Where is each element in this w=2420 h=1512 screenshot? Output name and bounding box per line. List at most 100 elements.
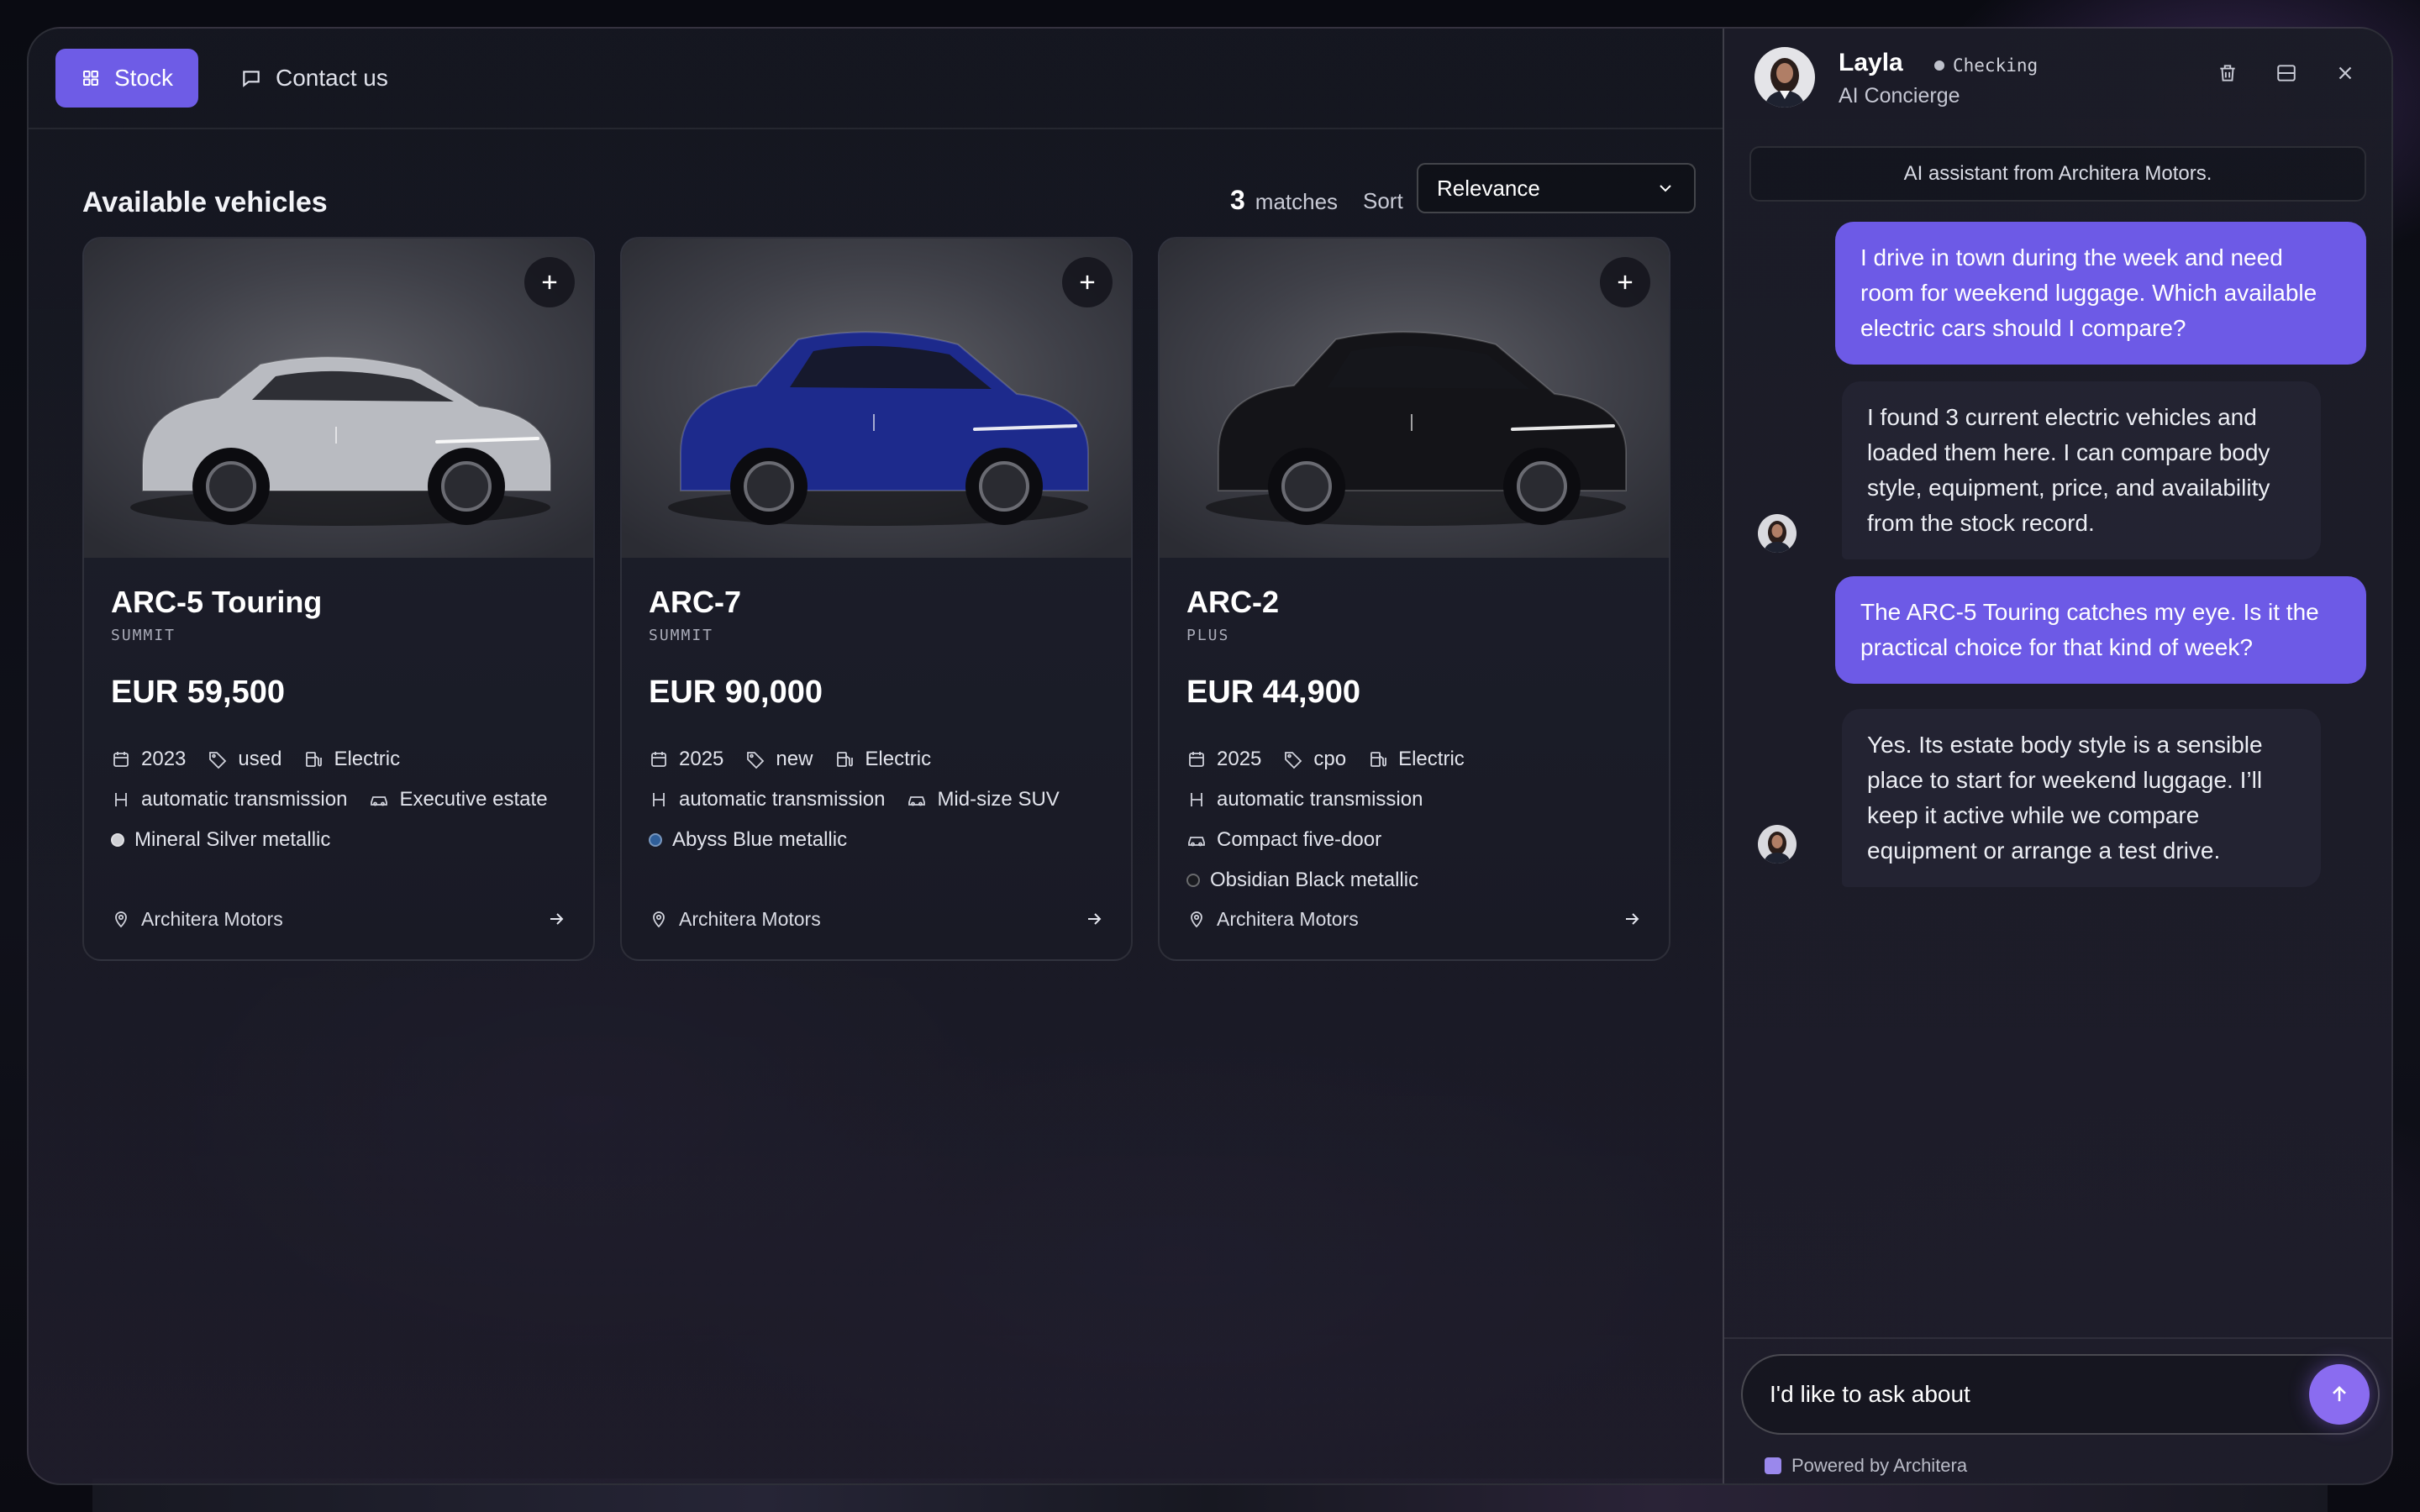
agent-role: AI Concierge bbox=[1839, 84, 1960, 108]
vehicle-image bbox=[1206, 331, 1627, 526]
vehicle-specs: 2025 new Electric automatic transmission… bbox=[649, 739, 1104, 860]
spec-condition: new bbox=[745, 748, 813, 771]
assistant-message: I found 3 current electric vehicles and … bbox=[1842, 381, 2321, 559]
spec-transmission: automatic transmission bbox=[1186, 788, 1423, 811]
vehicle-footer: Architera Motors bbox=[649, 904, 1104, 934]
tab-contact[interactable]: Contact us bbox=[215, 49, 417, 108]
dealer-location: Architera Motors bbox=[111, 908, 283, 931]
vehicle-footer: Architera Motors bbox=[111, 904, 566, 934]
vehicle-photo bbox=[1160, 239, 1669, 558]
ai-disclaimer: AI assistant from Architera Motors. bbox=[1749, 146, 2366, 202]
grid-icon bbox=[82, 71, 98, 86]
app-window: Stock Contact us Available vehicles 3 ma… bbox=[27, 27, 2393, 1485]
arrow-right-icon[interactable] bbox=[1622, 909, 1642, 929]
add-to-compare-button[interactable] bbox=[1062, 257, 1113, 307]
spec-year: 2025 bbox=[649, 748, 723, 771]
spec-fuel-value: Electric bbox=[865, 748, 932, 770]
user-message: I drive in town during the week and need… bbox=[1835, 222, 2366, 365]
spec-body: Compact five-door bbox=[1186, 828, 1381, 852]
spec-row-drivetrain: automatic transmission Mid-size SUV bbox=[649, 780, 1104, 820]
page-title: Available vehicles bbox=[82, 186, 328, 218]
user-message: The ARC-5 Touring catches my eye. Is it … bbox=[1835, 576, 2366, 684]
spec-transmission-value: automatic transmission bbox=[1217, 788, 1423, 811]
spec-color-value: Mineral Silver metallic bbox=[134, 828, 331, 851]
message-input-box bbox=[1741, 1354, 2380, 1435]
tag-icon bbox=[1285, 752, 1302, 769]
trash-icon[interactable] bbox=[2217, 62, 2238, 84]
vehicle-image bbox=[130, 356, 551, 526]
chevron-down-icon bbox=[1660, 185, 1671, 192]
spec-condition: used bbox=[208, 748, 281, 771]
gearbox-icon bbox=[653, 793, 665, 806]
powered-by: Powered by Architera bbox=[1765, 1455, 1967, 1477]
arrow-right-icon[interactable] bbox=[546, 909, 566, 929]
vehicle-name: ARC-5 Touring bbox=[111, 585, 323, 619]
status-dot-icon bbox=[1934, 60, 1944, 71]
location-pin-icon bbox=[653, 911, 665, 928]
plus-icon bbox=[1618, 275, 1633, 290]
brand-badge-icon bbox=[1765, 1457, 1781, 1474]
vehicle-photo bbox=[84, 239, 593, 558]
spec-row-body: Compact five-door bbox=[1186, 820, 1642, 860]
sort-select-value: Relevance bbox=[1437, 175, 1540, 201]
arrow-right-icon[interactable] bbox=[1084, 909, 1104, 929]
assistant-avatar bbox=[1758, 514, 1797, 553]
tab-stock[interactable]: Stock bbox=[55, 49, 198, 108]
chat-header: Layla Checking AI Concierge bbox=[1724, 29, 2391, 129]
sort-label: Sort bbox=[1363, 188, 1403, 213]
chat-panel: Layla Checking AI Concierge AI assistant… bbox=[1723, 29, 2391, 1483]
vehicle-footer: Architera Motors bbox=[1186, 904, 1642, 934]
vehicle-price: EUR 59,500 bbox=[111, 675, 286, 710]
location-pin-icon bbox=[115, 911, 127, 928]
spec-condition-value: new bbox=[776, 748, 813, 770]
vehicle-price: EUR 90,000 bbox=[649, 675, 823, 710]
agent-name: Layla bbox=[1839, 49, 1903, 76]
agent-status: Checking bbox=[1934, 55, 2038, 76]
send-button[interactable] bbox=[2309, 1364, 2370, 1425]
calendar-icon bbox=[1189, 752, 1204, 767]
gearbox-icon bbox=[1191, 793, 1202, 806]
vehicle-price: EUR 44,900 bbox=[1186, 675, 1361, 710]
fuel-pump-icon bbox=[1370, 752, 1386, 767]
vehicle-name: ARC-2 bbox=[1186, 585, 1280, 619]
spec-fuel: Electric bbox=[303, 748, 400, 771]
dealer-location: Architera Motors bbox=[649, 908, 821, 931]
spec-year: 2023 bbox=[111, 748, 186, 771]
spec-transmission: automatic transmission bbox=[111, 788, 347, 811]
powered-by-text: Powered by Architera bbox=[1791, 1455, 1968, 1476]
agent-avatar bbox=[1754, 47, 1815, 108]
tab-stock-label: Stock bbox=[113, 65, 173, 91]
chat-header-actions bbox=[2217, 62, 2356, 84]
spec-row-color: Mineral Silver metallic bbox=[111, 820, 566, 860]
vehicle-card[interactable]: ARC-5 Touring SUMMIT EUR 59,500 2023 use… bbox=[82, 237, 595, 961]
message-input[interactable] bbox=[1770, 1373, 2257, 1416]
sort-select[interactable]: Relevance bbox=[1417, 163, 1696, 213]
spec-year: 2025 bbox=[1186, 748, 1261, 771]
spec-color: Obsidian Black metallic bbox=[1186, 869, 1418, 892]
vehicle-trim: SUMMIT bbox=[111, 627, 176, 644]
spec-year-value: 2023 bbox=[141, 748, 187, 770]
add-to-compare-button[interactable] bbox=[524, 257, 575, 307]
close-icon[interactable] bbox=[2334, 62, 2356, 84]
spec-row-drivetrain: automatic transmission bbox=[1186, 780, 1642, 820]
spec-condition-value: cpo bbox=[1313, 748, 1347, 770]
color-swatch-icon bbox=[649, 833, 662, 847]
tag-icon bbox=[747, 752, 765, 769]
spec-row-color: Obsidian Black metallic bbox=[1186, 860, 1642, 900]
chat-composer: Powered by Architera bbox=[1724, 1337, 2391, 1483]
add-to-compare-button[interactable] bbox=[1600, 257, 1650, 307]
match-count-label: matches bbox=[1255, 189, 1339, 214]
tab-contact-label: Contact us bbox=[276, 65, 388, 91]
arrow-up-icon bbox=[2333, 1386, 2346, 1402]
vehicle-card[interactable]: ARC-7 SUMMIT EUR 90,000 2025 new Electri… bbox=[620, 237, 1133, 961]
spec-year-value: 2025 bbox=[679, 748, 724, 770]
vehicle-specs: 2025 cpo Electric automatic transmission… bbox=[1186, 739, 1642, 900]
spec-row-color: Abyss Blue metallic bbox=[649, 820, 1104, 860]
vehicle-card[interactable]: ARC-2 PLUS EUR 44,900 2025 cpo Electric … bbox=[1158, 237, 1670, 961]
spec-fuel: Electric bbox=[834, 748, 931, 771]
spec-body: Executive estate bbox=[369, 788, 548, 811]
vehicle-name: ARC-7 bbox=[649, 585, 742, 619]
panel-layout-icon[interactable] bbox=[2275, 62, 2297, 84]
spec-fuel-value: Electric bbox=[1398, 748, 1465, 770]
dealer-name: Architera Motors bbox=[1217, 907, 1359, 930]
